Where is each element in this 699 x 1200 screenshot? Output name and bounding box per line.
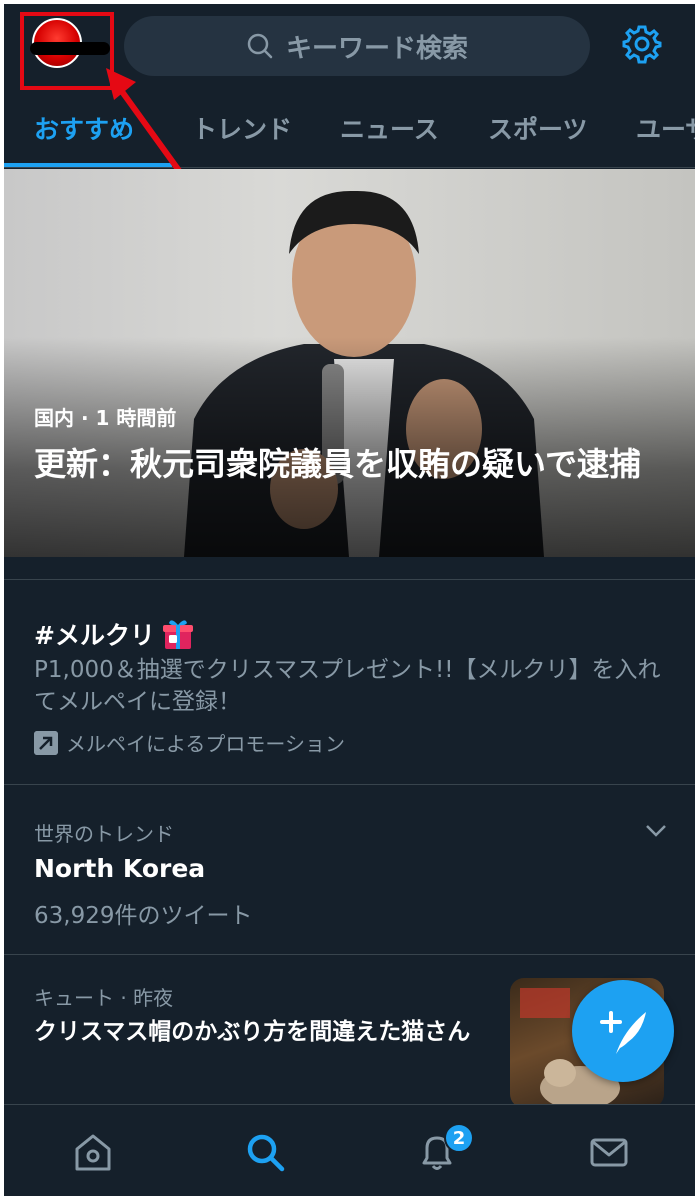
gear-icon[interactable] [622, 24, 662, 64]
app-frame: キーワード検索 おすすめ トレンド ニュース スポーツ ユーザー [4, 4, 695, 1196]
hero-meta: 国内 · 1 時間前 [34, 406, 177, 430]
tab-users[interactable]: ユーザー [636, 110, 695, 146]
hero-news-card[interactable]: 国内 · 1 時間前 更新：秋元司衆院議員を収賄の疑いで逮捕 [4, 169, 695, 557]
mail-icon[interactable] [588, 1131, 630, 1173]
tab-sports[interactable]: スポーツ [488, 110, 588, 146]
home-icon[interactable] [72, 1131, 114, 1173]
tab-news[interactable]: ニュース [340, 110, 439, 146]
search-icon [247, 33, 273, 59]
compose-feather-icon [600, 1011, 646, 1054]
trend-title[interactable]: North Korea [34, 854, 205, 883]
promoted-icon [34, 730, 58, 755]
trend-category: 世界のトレンド [34, 822, 174, 846]
chevron-down-icon[interactable] [644, 818, 668, 842]
compose-button[interactable] [572, 980, 674, 1082]
promo-hashtag-text: #メルクリ [34, 621, 155, 650]
promo-attribution[interactable]: メルペイによるプロモーション [34, 728, 345, 757]
hero-title: 更新：秋元司衆院議員を収賄の疑いで逮捕 [34, 445, 642, 483]
divider [4, 784, 695, 785]
search-nav-icon[interactable] [244, 1131, 286, 1173]
notification-badge: 2 [444, 1123, 474, 1153]
trend-tweet-count: 63,929件のツイート [34, 903, 253, 929]
promo-attribution-text: メルペイによるプロモーション [66, 732, 345, 756]
divider [4, 579, 695, 580]
story-meta: キュート · 昨夜 [34, 986, 174, 1010]
bottom-nav: 2 [4, 1104, 695, 1196]
tab-trends[interactable]: トレンド [192, 110, 292, 146]
promo-hashtag[interactable]: #メルクリ [34, 616, 195, 652]
divider [4, 954, 695, 955]
story-title[interactable]: クリスマス帽のかぶり方を間違えた猫さん [34, 1016, 484, 1048]
promo-description: P1,000＆抽選でクリスマスプレゼント!!【メルクリ】を入れてメルペイに登録！ [34, 657, 661, 715]
gift-icon [162, 620, 193, 649]
search-placeholder: キーワード検索 [285, 33, 468, 64]
